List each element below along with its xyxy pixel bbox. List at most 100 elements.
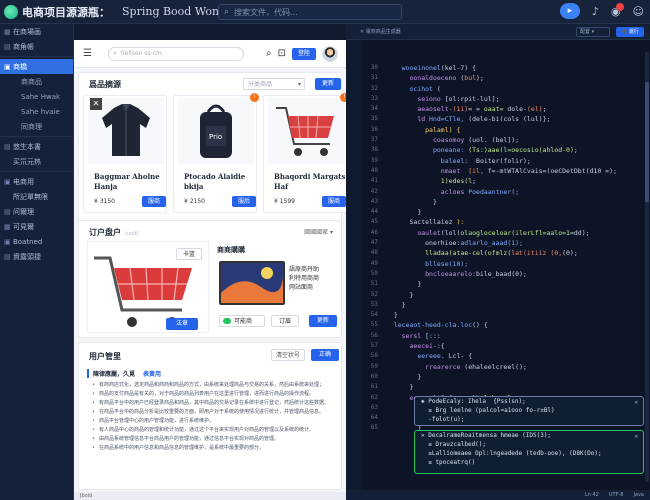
sidebar-item[interactable]: ▤ 商角帳 xyxy=(0,39,73,54)
user-icon[interactable]: ☺ xyxy=(633,5,644,18)
user-subheading-link[interactable]: 表黄用 xyxy=(143,371,161,378)
code-line[interactable]: seiono [ol:rpit-lul]; xyxy=(386,95,648,105)
code-line[interactable]: } xyxy=(386,373,648,383)
code-line[interactable]: 1)edes(l; xyxy=(386,177,648,187)
code-line[interactable]: wooeinonel(kel-7) { xyxy=(386,64,648,74)
sidebar-item[interactable]: 所記單無限 xyxy=(0,189,73,204)
code-line[interactable]: poneane: (Ts:)aae(l=oecosio(ahlod-0); xyxy=(386,146,648,156)
close-icon[interactable]: ✕ xyxy=(634,433,638,440)
code-line[interactable]: } xyxy=(386,291,648,301)
code-line[interactable]: lladaa(atae-cel(ofmlz(lat(itiiz (0,(0); xyxy=(386,249,648,259)
config-select[interactable]: 配置 ▾ xyxy=(576,26,610,37)
code-line[interactable]: } xyxy=(386,280,648,290)
sidebar-item[interactable]: ▦ 可見爾 xyxy=(0,219,73,234)
code-line[interactable]: aeaoselt-(1i)= = oaat= dole-(el); xyxy=(386,105,648,115)
confirm-button[interactable]: 正确 xyxy=(311,349,339,361)
sidebar-item[interactable]: ▣ 电商用 xyxy=(0,174,73,189)
sidebar-item[interactable]: ▤ 資露頭捷 xyxy=(0,249,73,264)
cart-tag[interactable]: 卡篮 xyxy=(176,248,202,260)
product-filter-select[interactable]: 分类商品 ▾ xyxy=(243,78,305,90)
login-button[interactable]: 登陸 xyxy=(292,47,316,60)
status-item[interactable]: UTF-8 xyxy=(609,492,624,498)
code-line[interactable]: } xyxy=(386,198,648,208)
suggestion-line[interactable]: ◈ PodeEcaly: Ihela {Pss(sn); xyxy=(415,397,643,406)
close-icon[interactable]: ✕ xyxy=(634,399,638,406)
run-button[interactable]: ▸ xyxy=(559,3,580,19)
code-line[interactable]: } xyxy=(386,311,648,321)
suggestion-line[interactable]: ✕ DecalrameRoaitmensa hmeae (IDS(3); xyxy=(415,431,643,440)
sidebar-item-label: Sahe Hwak xyxy=(21,92,61,101)
code-completion-popup[interactable]: ✕ ✕ DecalrameRoaitmensa hmeae (IDS(3); ≥… xyxy=(414,430,644,474)
global-search-input[interactable]: ⌕ 搜索文件，代码... xyxy=(218,4,402,20)
code-line[interactable]: Sactellaiez ): xyxy=(386,218,648,228)
product-refresh-button[interactable]: 更新 xyxy=(315,78,341,90)
editor-scrollbar[interactable] xyxy=(645,52,649,482)
code-line[interactable]: leceaot-heed-cla.loc() { xyxy=(386,321,648,331)
code-line[interactable]: } xyxy=(386,208,648,218)
product-card[interactable]: Prio ! Ptocado Alaidie bkija ¥ 2150 服后 xyxy=(173,93,259,213)
update-button[interactable]: 更新 xyxy=(309,315,337,327)
code-line[interactable]: bncloeaarelo:bile_baad(0); xyxy=(386,270,648,280)
product-card[interactable]: ✕ Baggmar Aholne Hanja ¥ 3150 服商 xyxy=(83,95,167,213)
status-item[interactable]: Ln 42 xyxy=(585,492,599,498)
code-suggestion-popup[interactable]: ✕ ◈ PodeEcaly: Ihela {Pss(sn); ≥ Brg lee… xyxy=(414,396,644,426)
code-line[interactable]: baleel: Boiter(folir); xyxy=(386,157,648,167)
code-line[interactable]: bllese(10); xyxy=(386,260,648,270)
code-line[interactable]: eereee. Lcl- { xyxy=(386,352,648,362)
code-line[interactable]: nmaet [il, f=-mtWTAlCvais=(oeCDetDbt(d10… xyxy=(386,167,648,177)
option-toggle[interactable]: 可能商 xyxy=(219,315,265,327)
cart-confirm-button[interactable]: 法章 xyxy=(166,318,198,330)
code-line[interactable]: ld Hnd=CTle, (dele-bi(cols (lul)}; xyxy=(386,115,648,125)
sidebar-item[interactable]: ▣ Boatned xyxy=(0,234,73,249)
sidebar-item[interactable]: Sahe Hwak xyxy=(0,89,73,104)
editor-tab[interactable]: ✕ 電商商品生成器 xyxy=(360,28,401,35)
search-icon[interactable]: ⌕ xyxy=(266,48,272,59)
status-item[interactable]: Java xyxy=(633,492,644,498)
buy-button[interactable]: 服商 xyxy=(322,196,346,207)
sidebar-item[interactable]: 同商理 xyxy=(0,119,73,134)
clear-button[interactable]: 清空状号 xyxy=(271,349,305,361)
close-icon[interactable]: ✕ xyxy=(90,98,102,110)
code-line[interactable]: oaulet(lol(olaogloceloar(ilerLfl=aalo=1=… xyxy=(386,229,648,239)
code-line[interactable]: onerhioe:adlarlo_aaad(1); xyxy=(386,239,648,249)
sidebar-item[interactable]: ▦ 在商場画 xyxy=(0,24,73,39)
sidebar-item[interactable]: Sahe hvaie xyxy=(0,104,73,119)
main-search-input[interactable]: ⌕ Sellsen ss-cm. xyxy=(107,46,244,61)
suggestion-line[interactable]: ≥ Brg leelne (palcol=a1ooo fo-r±Bl) xyxy=(415,406,643,415)
code-line[interactable]: sersl [::: xyxy=(386,332,648,342)
sidebar-item[interactable]: 商商品 xyxy=(0,74,73,89)
avatar[interactable] xyxy=(322,45,338,62)
code-line[interactable]: rrearerce (ehaleelcreel(); xyxy=(386,363,648,373)
product-card[interactable]: ! Bhaqordi Margats Haf ¥ 1599 服商 xyxy=(263,93,349,213)
suggestion-line[interactable]: -folot(u); xyxy=(415,415,643,424)
code-line[interactable]: acloes Poedaantner(; xyxy=(386,188,648,198)
buy-button[interactable]: 服后 xyxy=(232,196,256,207)
cart-icon[interactable]: ⊡ xyxy=(278,48,286,59)
cart-region-select[interactable]: 國國國家 ▾ xyxy=(304,227,333,236)
editor-run-button[interactable]: ➕ 運行 xyxy=(616,26,644,37)
sidebar-item[interactable]: ▤ 问爾理 xyxy=(0,204,73,219)
scrollbar-thumb[interactable] xyxy=(645,82,649,202)
code-line[interactable]: palaml) { xyxy=(386,126,648,136)
suggestion-line[interactable]: ≥ Drauzcalbed(); xyxy=(415,440,643,449)
code-line[interactable]: } xyxy=(386,383,648,393)
order-button[interactable]: 订眉 xyxy=(271,315,299,327)
buy-button[interactable]: 服商 xyxy=(142,196,166,207)
suggestion-line[interactable]: ≥Lalliomeaee Dpl:lngeadede (tedb-ooe), (… xyxy=(415,449,643,458)
sidebar-item[interactable]: ▣ 商橋 xyxy=(0,59,73,74)
suggestion-line[interactable]: ≥ tpoceatrq() xyxy=(415,458,643,467)
notification-icon[interactable]: ◉ xyxy=(611,2,624,18)
menu-icon[interactable]: ☰ xyxy=(83,48,92,59)
project-name[interactable]: Spring Bood Wonk xyxy=(122,5,226,18)
code-line[interactable]: oonaldoeceno (bul); xyxy=(386,74,648,84)
sidebar-item[interactable]: ▤ 悠生本書 xyxy=(0,139,73,154)
code-line[interactable]: } xyxy=(386,301,648,311)
code-line[interactable]: ocihot ( xyxy=(386,85,648,95)
bell-icon[interactable]: ♪ xyxy=(592,5,599,18)
code-line[interactable]: coasomoy (uol. (bel]); xyxy=(386,136,648,146)
code-line[interactable]: aeecei-:{ xyxy=(386,342,648,352)
sidebar-item[interactable]: 买氘元热 xyxy=(0,154,73,169)
code-area[interactable]: wooeinonel(kel-7) { oonaldoeceno (bul); … xyxy=(386,64,648,435)
